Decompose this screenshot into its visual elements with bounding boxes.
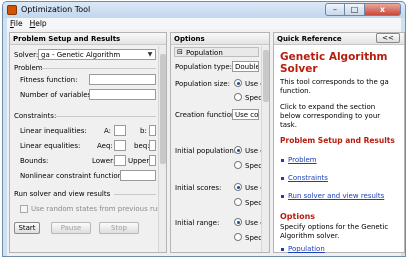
initial-range-default-radio[interactable] [234, 218, 242, 226]
title-bar: Optimization Tool – □ x [3, 2, 405, 18]
initial-scores-default-radio[interactable] [234, 183, 242, 191]
qr-link-constraints[interactable]: Constraints [288, 174, 328, 182]
menu-file[interactable]: File [7, 18, 27, 29]
pause-button[interactable]: Pause [51, 222, 91, 234]
variables-label: Number of variables: [20, 91, 94, 99]
chevron-down-icon: ▼ [147, 51, 153, 58]
lower-bound-label: Lower: [92, 157, 116, 165]
initial-population-label: Initial population: [175, 147, 237, 155]
bullet-icon [281, 248, 284, 251]
matrix-aeq-label: Aeq: [97, 142, 113, 150]
bullet-icon [281, 177, 284, 180]
lower-bound-input[interactable] [114, 155, 126, 166]
nonlinear-constraint-label: Nonlinear constraint function: [20, 172, 125, 180]
population-size-specify-radio[interactable] [234, 93, 242, 101]
constraints-group-title: Constraints: [14, 112, 57, 120]
qr-section2-title: Options [280, 212, 316, 221]
initial-range-specify-radio[interactable] [234, 233, 242, 241]
problem-setup-header: Problem Setup and Results [10, 33, 166, 45]
initial-population-default-radio[interactable] [234, 146, 242, 154]
options-panel-scrollbar[interactable] [261, 46, 269, 252]
qr-options-text: Specify options for the Genetic Algorith… [280, 223, 389, 240]
collapse-quick-reference-button[interactable]: << [376, 33, 400, 43]
minus-icon: ⊟ [177, 48, 183, 56]
fitness-label: Fitness function: [20, 76, 78, 84]
population-type-select[interactable]: Double [232, 61, 259, 72]
qr-intro-text: This tool corresponds to the ga function… [280, 78, 389, 95]
vector-b-label: b: [140, 127, 147, 135]
qr-link-run-solver[interactable]: Run solver and view results [288, 192, 384, 200]
quick-reference-title: Quick Reference [277, 35, 342, 43]
stop-button[interactable]: Stop [99, 222, 139, 234]
creation-function-label: Creation function: [175, 111, 238, 119]
qr-instructions-text: Click to expand the section below corres… [280, 103, 381, 129]
window-title: Optimization Tool [21, 5, 91, 14]
start-button[interactable]: Start [14, 222, 40, 234]
vector-beq-label: beq: [134, 142, 150, 150]
scrollbar-thumb[interactable] [160, 54, 166, 164]
vector-b-input[interactable] [149, 125, 156, 136]
bullet-icon [281, 159, 284, 162]
menu-help[interactable]: Help [27, 18, 51, 29]
solver-value: ga - Genetic Algorithm [41, 51, 121, 59]
run-group-line [114, 194, 156, 195]
creation-function-value: Use cor [235, 111, 259, 119]
population-type-label: Population type: [175, 63, 232, 71]
quick-reference-panel: Quick Reference << Genetic Algorithm Sol… [273, 32, 405, 253]
initial-scores-specify-label: Spec [245, 199, 263, 207]
population-section-header[interactable]: ⊟ Population [174, 47, 259, 57]
matrix-aeq-input[interactable] [114, 140, 126, 151]
options-header: Options [171, 33, 269, 45]
variables-input[interactable] [89, 89, 156, 100]
scrollbar-thumb[interactable] [263, 50, 269, 102]
initial-population-specify-label: Spec [245, 162, 263, 170]
minimize-button[interactable]: – [325, 3, 345, 16]
optimization-tool-window: Optimization Tool – □ x File Help Proble… [2, 1, 406, 257]
vector-beq-input[interactable] [149, 140, 156, 151]
solver-label: Solver: [14, 51, 39, 59]
close-button[interactable]: x [365, 3, 401, 16]
linear-equalities-label: Linear equalities: [20, 142, 81, 150]
problem-group-line [40, 68, 156, 69]
bullet-icon [281, 195, 284, 198]
menu-bar: File Help [7, 18, 401, 29]
population-type-value: Double [235, 63, 259, 71]
initial-scores-label: Initial scores: [175, 184, 222, 192]
matrix-a-input[interactable] [114, 125, 126, 136]
linear-inequalities-label: Linear inequalities: [20, 127, 87, 135]
maximize-button[interactable]: □ [345, 3, 365, 16]
nonlinear-constraint-input[interactable] [120, 170, 156, 181]
solver-select[interactable]: ga - Genetic Algorithm ▼ [38, 49, 156, 60]
initial-scores-specify-radio[interactable] [234, 198, 242, 206]
qr-solver-title: Genetic Algorithm Solver [280, 51, 388, 75]
initial-population-specify-radio[interactable] [234, 161, 242, 169]
population-size-label: Population size: [175, 80, 230, 88]
population-size-default-radio[interactable] [234, 79, 242, 87]
random-states-label: Use random states from previous run [31, 205, 162, 213]
upper-bound-label: Upper: [128, 157, 152, 165]
upper-bound-input[interactable] [149, 155, 156, 166]
problem-group-title: Problem [14, 64, 43, 72]
fitness-input[interactable] [89, 74, 156, 85]
qr-link-problem[interactable]: Problem [288, 156, 317, 164]
options-panel: Options ⊟ Population Population type: Do… [170, 32, 270, 253]
constraints-group-line [56, 116, 156, 117]
bounds-label: Bounds: [20, 157, 49, 165]
run-group-title: Run solver and view results [14, 190, 111, 198]
problem-panel-scrollbar[interactable] [158, 46, 166, 252]
qr-link-population[interactable]: Population [288, 245, 325, 253]
population-section-title: Population [186, 49, 223, 57]
matrix-a-label: A: [104, 127, 112, 135]
qr-section1-title: Problem Setup and Results [280, 136, 395, 145]
initial-range-label: Initial range: [175, 219, 220, 227]
problem-setup-panel: Problem Setup and Results Solver: ga - G… [9, 32, 167, 253]
creation-function-select[interactable]: Use cor [232, 109, 259, 120]
client-area: File Help Problem Setup and Results Solv… [7, 18, 405, 256]
matlab-app-icon [7, 5, 17, 15]
initial-range-specify-label: Spec [245, 234, 263, 242]
quick-reference-header: Quick Reference << [274, 33, 404, 45]
window-controls: – □ x [325, 3, 401, 16]
random-states-checkbox[interactable] [20, 205, 28, 213]
population-size-specify-label: Spec [245, 94, 263, 102]
